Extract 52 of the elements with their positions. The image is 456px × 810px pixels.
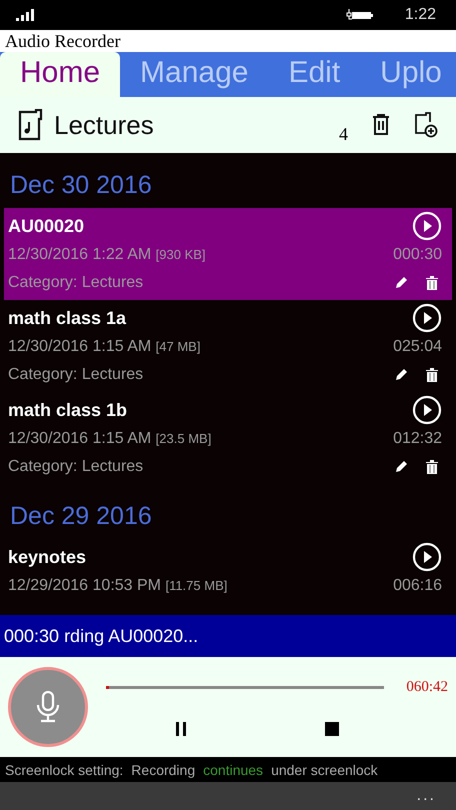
play-icon[interactable] — [412, 303, 442, 333]
recording-category: Category: Lectures — [8, 274, 144, 292]
recording-message: rding AU00020... — [64, 626, 198, 646]
delete-icon[interactable] — [426, 460, 438, 474]
delete-icon[interactable] — [372, 114, 390, 136]
recording-date: 12/30/2016 1:22 AM [930 KB] — [8, 246, 206, 264]
delete-icon[interactable] — [426, 368, 438, 382]
music-file-icon — [18, 109, 44, 141]
recording-duration: 025:04 — [393, 338, 442, 356]
recording-category: Category: Lectures — [8, 458, 144, 476]
window-title: Audio Recorder — [0, 30, 456, 52]
pause-icon[interactable] — [175, 722, 187, 736]
stop-icon[interactable] — [325, 722, 339, 736]
recording-duration: 012:32 — [393, 430, 442, 448]
edit-icon[interactable] — [394, 368, 408, 382]
recording-date: 12/29/2016 10:53 PM [11.75 MB] — [8, 577, 228, 595]
group-date-header: Dec 30 2016 — [9, 170, 153, 201]
folder-name: Lectures — [54, 110, 154, 140]
recording-item[interactable]: AU00020 12/30/2016 1:22 AM [930 KB] 000:30 Category: Lectures — [4, 208, 452, 300]
recording-item[interactable]: keynotes 12/29/2016 10:53 PM [11.75 MB] 006:16 — [4, 539, 452, 603]
play-icon[interactable] — [412, 542, 442, 572]
recording-date: 12/30/2016 1:15 AM [23.5 MB] — [8, 430, 212, 448]
edit-icon[interactable] — [394, 460, 408, 474]
recording-title: math class 1b — [8, 400, 128, 420]
recording-title: keynotes — [8, 546, 86, 568]
recording-item[interactable]: math class 1b 12/30/2016 1:15 AM [23.5 MB] 012:32 Category: Lectures — [4, 392, 452, 484]
recording-count: 4 — [339, 124, 348, 145]
more-button[interactable]: ... — [416, 787, 436, 805]
play-icon[interactable] — [412, 211, 442, 241]
add-file-icon[interactable] — [414, 112, 438, 138]
screenlock-text: Recording — [131, 762, 196, 778]
recording-item[interactable]: math class 1a 12/30/2016 1:15 AM [47 MB] 025:04 Category: Lectures — [4, 300, 452, 392]
tab[interactable]: Home — [0, 52, 120, 97]
screenlock-text: under screenlock — [271, 762, 378, 778]
recording-duration: 006:16 — [393, 577, 442, 595]
recording-title: math class 1a — [8, 308, 126, 328]
elapsed-time: 000:30 — [4, 626, 60, 646]
clock-time: 1:22 — [404, 6, 436, 24]
microphone-icon — [36, 691, 60, 723]
delete-icon[interactable] — [426, 276, 438, 290]
recording-date: 12/30/2016 1:15 AM [47 MB] — [8, 338, 200, 356]
recording-category: Category: Lectures — [8, 366, 144, 384]
battery-icon — [344, 8, 375, 22]
signal-icon — [16, 9, 36, 21]
screenlock-status: continues — [203, 762, 264, 778]
recording-duration: 000:30 — [393, 246, 442, 264]
remaining-time: 060:42 — [406, 678, 448, 696]
recording-title: AU00020 — [8, 216, 84, 236]
play-icon[interactable] — [412, 395, 442, 425]
screenlock-label: Screenlock setting: — [5, 762, 124, 778]
edit-icon[interactable] — [394, 276, 408, 290]
group-date-header: Dec 29 2016 — [9, 501, 153, 532]
